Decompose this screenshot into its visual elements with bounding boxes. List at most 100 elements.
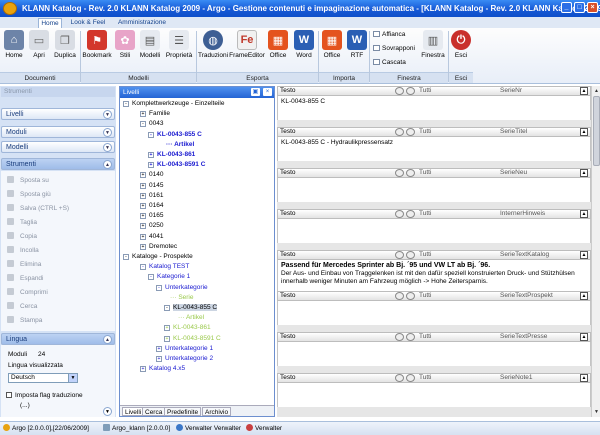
expand-icon[interactable]: + — [140, 223, 146, 230]
field-option-icon[interactable] — [395, 87, 404, 95]
expand-icon[interactable]: + — [140, 111, 146, 118]
scroll-up-icon[interactable]: ▲ — [593, 87, 600, 95]
collapse-icon[interactable]: ▲ — [580, 210, 588, 218]
sposta-su-item[interactable]: Sposta su — [7, 176, 49, 184]
office-export-button[interactable]: ▦ Office — [266, 30, 290, 59]
field-option-icon[interactable] — [395, 169, 404, 177]
chevron-down-icon[interactable]: ▼ — [103, 407, 112, 416]
expand-icon[interactable]: + — [140, 213, 146, 220]
tree-node[interactable]: - Unterkategorie — [156, 284, 208, 292]
sposta-giu-item[interactable]: Sposta giù — [7, 190, 51, 198]
bookmark-button[interactable]: ⚑ Bookmark — [82, 30, 112, 59]
collapse-icon[interactable]: ▲ — [580, 87, 588, 95]
scroll-thumb[interactable] — [593, 96, 600, 166]
tree-node[interactable]: ··· Artikel — [178, 314, 204, 322]
tab-archivio[interactable]: Archivio — [202, 407, 232, 416]
collapse-icon[interactable]: - — [156, 284, 162, 291]
tree-node[interactable]: - Kataloge - Prospekte — [123, 253, 193, 261]
collapse-icon[interactable]: ▲ — [580, 292, 588, 300]
field-option-icon[interactable] — [406, 251, 415, 259]
tree-node[interactable]: - Katalog TEST — [140, 263, 189, 271]
field-option-icon[interactable] — [406, 333, 415, 341]
language-select[interactable]: Deutsch ▼ — [8, 373, 78, 383]
tree-node[interactable]: +0165 — [140, 212, 163, 220]
expand-icon[interactable]: + — [140, 233, 146, 240]
expand-icon[interactable]: + — [156, 356, 162, 362]
tree-node[interactable]: +4041 — [140, 233, 163, 241]
tree-node[interactable]: +0145 — [140, 182, 163, 190]
expand-icon[interactable]: + — [140, 203, 146, 209]
minimize-icon[interactable]: _ — [561, 2, 572, 13]
home-button[interactable]: ⌂ Home — [3, 30, 25, 59]
tab-predefinite[interactable]: Predefinite — [164, 407, 202, 416]
field-option-icon[interactable] — [395, 292, 404, 300]
copia-item[interactable]: Copia — [7, 232, 37, 240]
tree-node[interactable]: + KL-0043-8591 C — [148, 161, 205, 169]
collapse-icon[interactable]: ▲ — [580, 251, 588, 259]
field-option-icon[interactable] — [406, 374, 415, 382]
expand-icon[interactable]: + — [164, 335, 170, 342]
traduzioni-button[interactable]: ◍ Traduzioni — [198, 30, 228, 59]
close-icon[interactable]: × — [263, 88, 272, 96]
comprimi-item[interactable]: Comprimi — [7, 288, 48, 296]
elimina-item[interactable]: Elimina — [7, 260, 41, 268]
tree-node[interactable]: - Kategorie 1 — [148, 273, 190, 281]
collapse-icon[interactable]: - — [140, 121, 146, 128]
field-option-icon[interactable] — [406, 292, 415, 300]
field-option-icon[interactable] — [406, 210, 415, 218]
expand-icon[interactable]: + — [140, 243, 146, 250]
field-option-icon[interactable] — [406, 87, 415, 95]
expand-icon[interactable]: + — [156, 345, 162, 352]
field-content[interactable] — [277, 219, 591, 243]
collapse-icon[interactable]: - — [140, 264, 146, 271]
tree-node[interactable]: - Komplettwerkzeuge - Einzelteile — [123, 100, 225, 108]
tree-node[interactable]: + Familie — [140, 110, 170, 118]
field-content[interactable] — [277, 301, 591, 325]
apri-button[interactable]: ▭ Apri — [28, 30, 50, 59]
section-modelli[interactable]: Modelli ▼ — [1, 141, 115, 153]
field-content[interactable]: KL-0043-855 C — [277, 96, 591, 120]
expand-icon[interactable]: + — [148, 162, 154, 169]
expand-icon[interactable]: + — [148, 152, 154, 158]
tab-home[interactable]: Home — [38, 18, 62, 28]
pin-icon[interactable]: ▣ — [251, 88, 260, 96]
expand-icon[interactable]: + — [140, 366, 146, 373]
office-import-button[interactable]: ▦ Office — [320, 30, 344, 59]
frameeditor-button[interactable]: Fe FrameEditor — [229, 30, 265, 59]
salva-item[interactable]: Salva (CTRL +S) — [7, 204, 69, 212]
stili-button[interactable]: ✿ Stili — [114, 30, 136, 59]
tree-node[interactable]: +0140 — [140, 171, 163, 179]
field-content[interactable]: Passend für Mercedes Sprinter ab Bj. ´95… — [277, 260, 591, 291]
finestra-button[interactable]: ▥ Finestra — [419, 30, 447, 59]
section-moduli[interactable]: Moduli ▼ — [1, 126, 115, 138]
collapse-icon[interactable]: - — [123, 254, 129, 260]
cerca-item[interactable]: Cerca — [7, 302, 37, 310]
collapse-icon[interactable]: - — [148, 274, 154, 281]
tree-node[interactable]: +0250 — [140, 222, 163, 230]
collapse-icon[interactable]: - — [123, 101, 129, 107]
duplica-button[interactable]: ❐ Duplica — [52, 30, 78, 59]
field-option-icon[interactable] — [395, 251, 404, 259]
expand-icon[interactable]: + — [140, 182, 146, 189]
tree-node[interactable]: +0161 — [140, 192, 163, 200]
tree-node[interactable]: +0164 — [140, 202, 163, 210]
word-export-button[interactable]: W Word — [292, 30, 316, 59]
collapse-icon[interactable]: ▲ — [580, 128, 588, 136]
tree-node[interactable]: + Unterkategorie 1 — [156, 345, 213, 353]
expand-icon[interactable]: + — [140, 172, 146, 179]
expand-icon[interactable]: + — [140, 192, 146, 199]
scroll-down-icon[interactable]: ▼ — [593, 408, 600, 416]
tree-node[interactable]: + Katalog 4.x5 — [140, 365, 185, 373]
esci-button[interactable]: ⏻ Esci — [451, 30, 471, 59]
tree-node[interactable]: - KL-0043-855 C — [164, 304, 218, 312]
tab-amministrazione[interactable]: Amministrazione — [113, 18, 171, 28]
field-content[interactable] — [277, 342, 591, 366]
tree-node[interactable]: ··· Artikel — [166, 141, 194, 149]
sovrapponi-button[interactable]: Sovrapponi — [373, 45, 415, 52]
tree-node[interactable]: - KL-0043-855 C — [148, 131, 202, 139]
app-logo-icon[interactable] — [3, 2, 17, 15]
field-option-icon[interactable] — [406, 169, 415, 177]
taglia-item[interactable]: Taglia — [7, 218, 37, 226]
collapse-icon[interactable]: - — [148, 131, 154, 138]
tab-cerca[interactable]: Cerca — [142, 407, 166, 416]
